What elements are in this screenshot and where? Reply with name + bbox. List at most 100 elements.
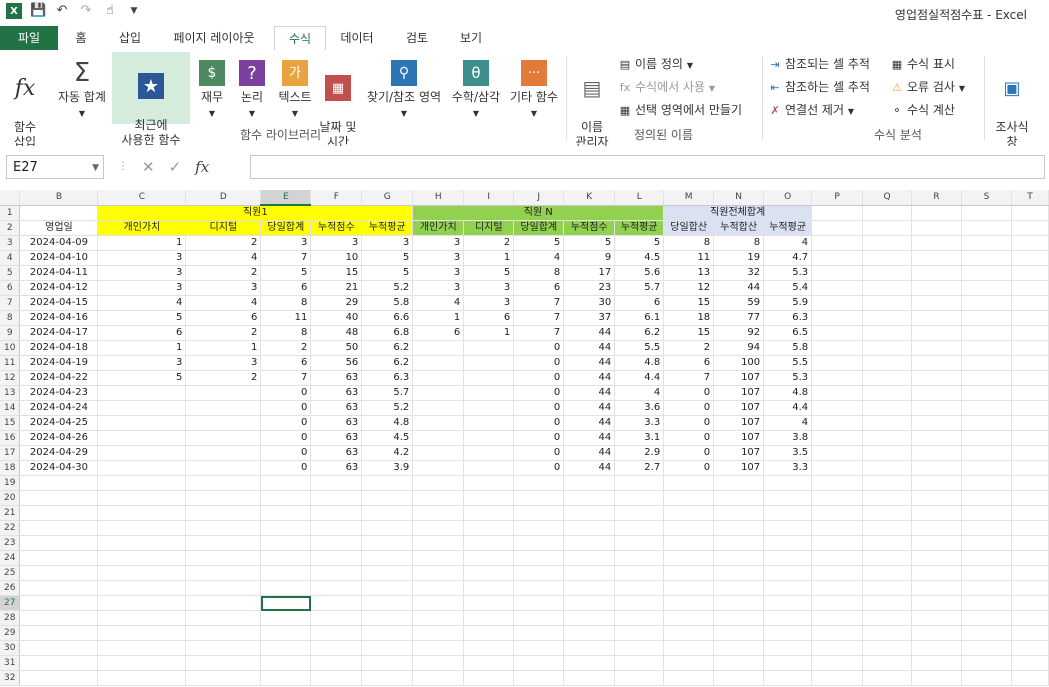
value-cell[interactable]: 3 bbox=[412, 280, 465, 296]
value-cell[interactable]: 6.5 bbox=[763, 325, 813, 341]
cell[interactable] bbox=[310, 490, 363, 506]
cell[interactable] bbox=[260, 670, 312, 686]
cell[interactable] bbox=[862, 565, 913, 581]
value-cell[interactable]: 4 bbox=[412, 295, 465, 311]
cell[interactable] bbox=[185, 475, 262, 491]
cell[interactable] bbox=[260, 475, 312, 491]
value-cell[interactable]: 44 bbox=[563, 460, 616, 476]
cell[interactable] bbox=[911, 550, 962, 566]
value-cell[interactable]: 4.7 bbox=[763, 250, 813, 266]
value-cell[interactable] bbox=[412, 415, 465, 431]
value-cell[interactable]: 15 bbox=[663, 325, 715, 341]
value-cell[interactable]: 5 bbox=[361, 265, 414, 281]
cell[interactable] bbox=[463, 505, 515, 521]
cell[interactable] bbox=[663, 535, 715, 551]
cell[interactable] bbox=[1011, 565, 1049, 581]
cell[interactable] bbox=[911, 580, 962, 596]
value-cell[interactable] bbox=[412, 445, 465, 461]
cell[interactable] bbox=[663, 565, 715, 581]
row-header[interactable]: 28 bbox=[0, 610, 21, 626]
value-cell[interactable]: 3 bbox=[260, 235, 312, 251]
value-cell[interactable]: 6.3 bbox=[361, 370, 414, 386]
column-header-g[interactable]: G bbox=[361, 190, 414, 206]
cell[interactable] bbox=[563, 505, 616, 521]
cell[interactable] bbox=[185, 640, 262, 656]
column-label[interactable]: 개인가치 bbox=[97, 220, 187, 236]
cell[interactable] bbox=[19, 670, 99, 686]
column-label[interactable]: 개인가치 bbox=[412, 220, 465, 236]
row-header[interactable]: 1 bbox=[0, 205, 21, 221]
cell[interactable] bbox=[361, 565, 414, 581]
value-cell[interactable]: 3 bbox=[97, 355, 187, 371]
touch-mode-icon[interactable]: ☝ bbox=[102, 3, 118, 19]
value-cell[interactable]: 107 bbox=[713, 430, 765, 446]
cell[interactable] bbox=[563, 490, 616, 506]
cell[interactable] bbox=[911, 295, 962, 311]
value-cell[interactable]: 63 bbox=[310, 400, 363, 416]
cell[interactable] bbox=[463, 550, 515, 566]
value-cell[interactable]: 5.7 bbox=[361, 385, 414, 401]
value-cell[interactable]: 21 bbox=[310, 280, 363, 296]
column-header-m[interactable]: M bbox=[663, 190, 715, 206]
value-cell[interactable] bbox=[412, 460, 465, 476]
cell[interactable] bbox=[260, 625, 312, 641]
cell[interactable] bbox=[961, 310, 1012, 326]
cell[interactable] bbox=[862, 205, 913, 221]
cell[interactable] bbox=[412, 520, 465, 536]
employee1-header[interactable]: 직원1 bbox=[97, 205, 414, 221]
cell[interactable] bbox=[763, 640, 813, 656]
value-cell[interactable] bbox=[463, 355, 515, 371]
cell[interactable] bbox=[310, 550, 363, 566]
define-name-button[interactable]: ▤ 이름 정의 ▼ bbox=[618, 54, 693, 74]
cell[interactable] bbox=[563, 475, 616, 491]
date-cell[interactable]: 2024-04-11 bbox=[19, 265, 99, 281]
column-header-s[interactable]: S bbox=[961, 190, 1012, 206]
date-cell[interactable]: 2024-04-29 bbox=[19, 445, 99, 461]
trace-dependents-button[interactable]: ⇤ 참조하는 셀 추적 bbox=[768, 77, 870, 97]
value-cell[interactable] bbox=[97, 400, 187, 416]
cell[interactable] bbox=[185, 535, 262, 551]
cell[interactable] bbox=[1011, 310, 1049, 326]
cell[interactable] bbox=[310, 535, 363, 551]
cell[interactable] bbox=[463, 610, 515, 626]
cell[interactable] bbox=[614, 610, 665, 626]
value-cell[interactable]: 2.9 bbox=[614, 445, 665, 461]
cell[interactable] bbox=[463, 640, 515, 656]
trace-precedents-button[interactable]: ⇥ 참조되는 셀 추적 bbox=[768, 54, 870, 74]
value-cell[interactable]: 11 bbox=[663, 250, 715, 266]
column-header-b[interactable]: B bbox=[19, 190, 99, 206]
worksheet-grid[interactable]: B C D E F G H I J K L M N O P Q R S T 1 직원1 직원 N 직원전체합계 2 영업일 개인가… bbox=[0, 190, 1049, 687]
total-header[interactable]: 직원전체합계 bbox=[663, 205, 813, 221]
value-cell[interactable]: 4.5 bbox=[361, 430, 414, 446]
cell[interactable] bbox=[563, 595, 616, 611]
name-box[interactable]: E27 ▼ bbox=[6, 155, 104, 179]
value-cell[interactable]: 5 bbox=[260, 265, 312, 281]
cell[interactable] bbox=[713, 535, 765, 551]
cell[interactable] bbox=[361, 580, 414, 596]
value-cell[interactable]: 29 bbox=[310, 295, 363, 311]
cell[interactable] bbox=[19, 640, 99, 656]
value-cell[interactable]: 2.7 bbox=[614, 460, 665, 476]
cell[interactable] bbox=[663, 595, 715, 611]
cell[interactable] bbox=[961, 385, 1012, 401]
cell[interactable] bbox=[961, 370, 1012, 386]
cell[interactable] bbox=[614, 505, 665, 521]
value-cell[interactable]: 3 bbox=[185, 355, 262, 371]
cell[interactable] bbox=[911, 430, 962, 446]
value-cell[interactable]: 63 bbox=[310, 370, 363, 386]
autosum-button[interactable]: Σ 자동 합계 ▼ bbox=[54, 54, 110, 124]
value-cell[interactable]: 7 bbox=[663, 370, 715, 386]
tab-formulas[interactable]: 수식 bbox=[274, 26, 326, 52]
column-header-q[interactable]: Q bbox=[862, 190, 913, 206]
cell[interactable] bbox=[862, 610, 913, 626]
cell[interactable] bbox=[1011, 490, 1049, 506]
cell[interactable] bbox=[763, 550, 813, 566]
value-cell[interactable]: 32 bbox=[713, 265, 765, 281]
cell[interactable] bbox=[1011, 445, 1049, 461]
value-cell[interactable] bbox=[463, 400, 515, 416]
value-cell[interactable]: 5.2 bbox=[361, 400, 414, 416]
cell[interactable] bbox=[713, 490, 765, 506]
cell[interactable] bbox=[911, 565, 962, 581]
cell[interactable] bbox=[361, 595, 414, 611]
cell[interactable] bbox=[97, 535, 187, 551]
